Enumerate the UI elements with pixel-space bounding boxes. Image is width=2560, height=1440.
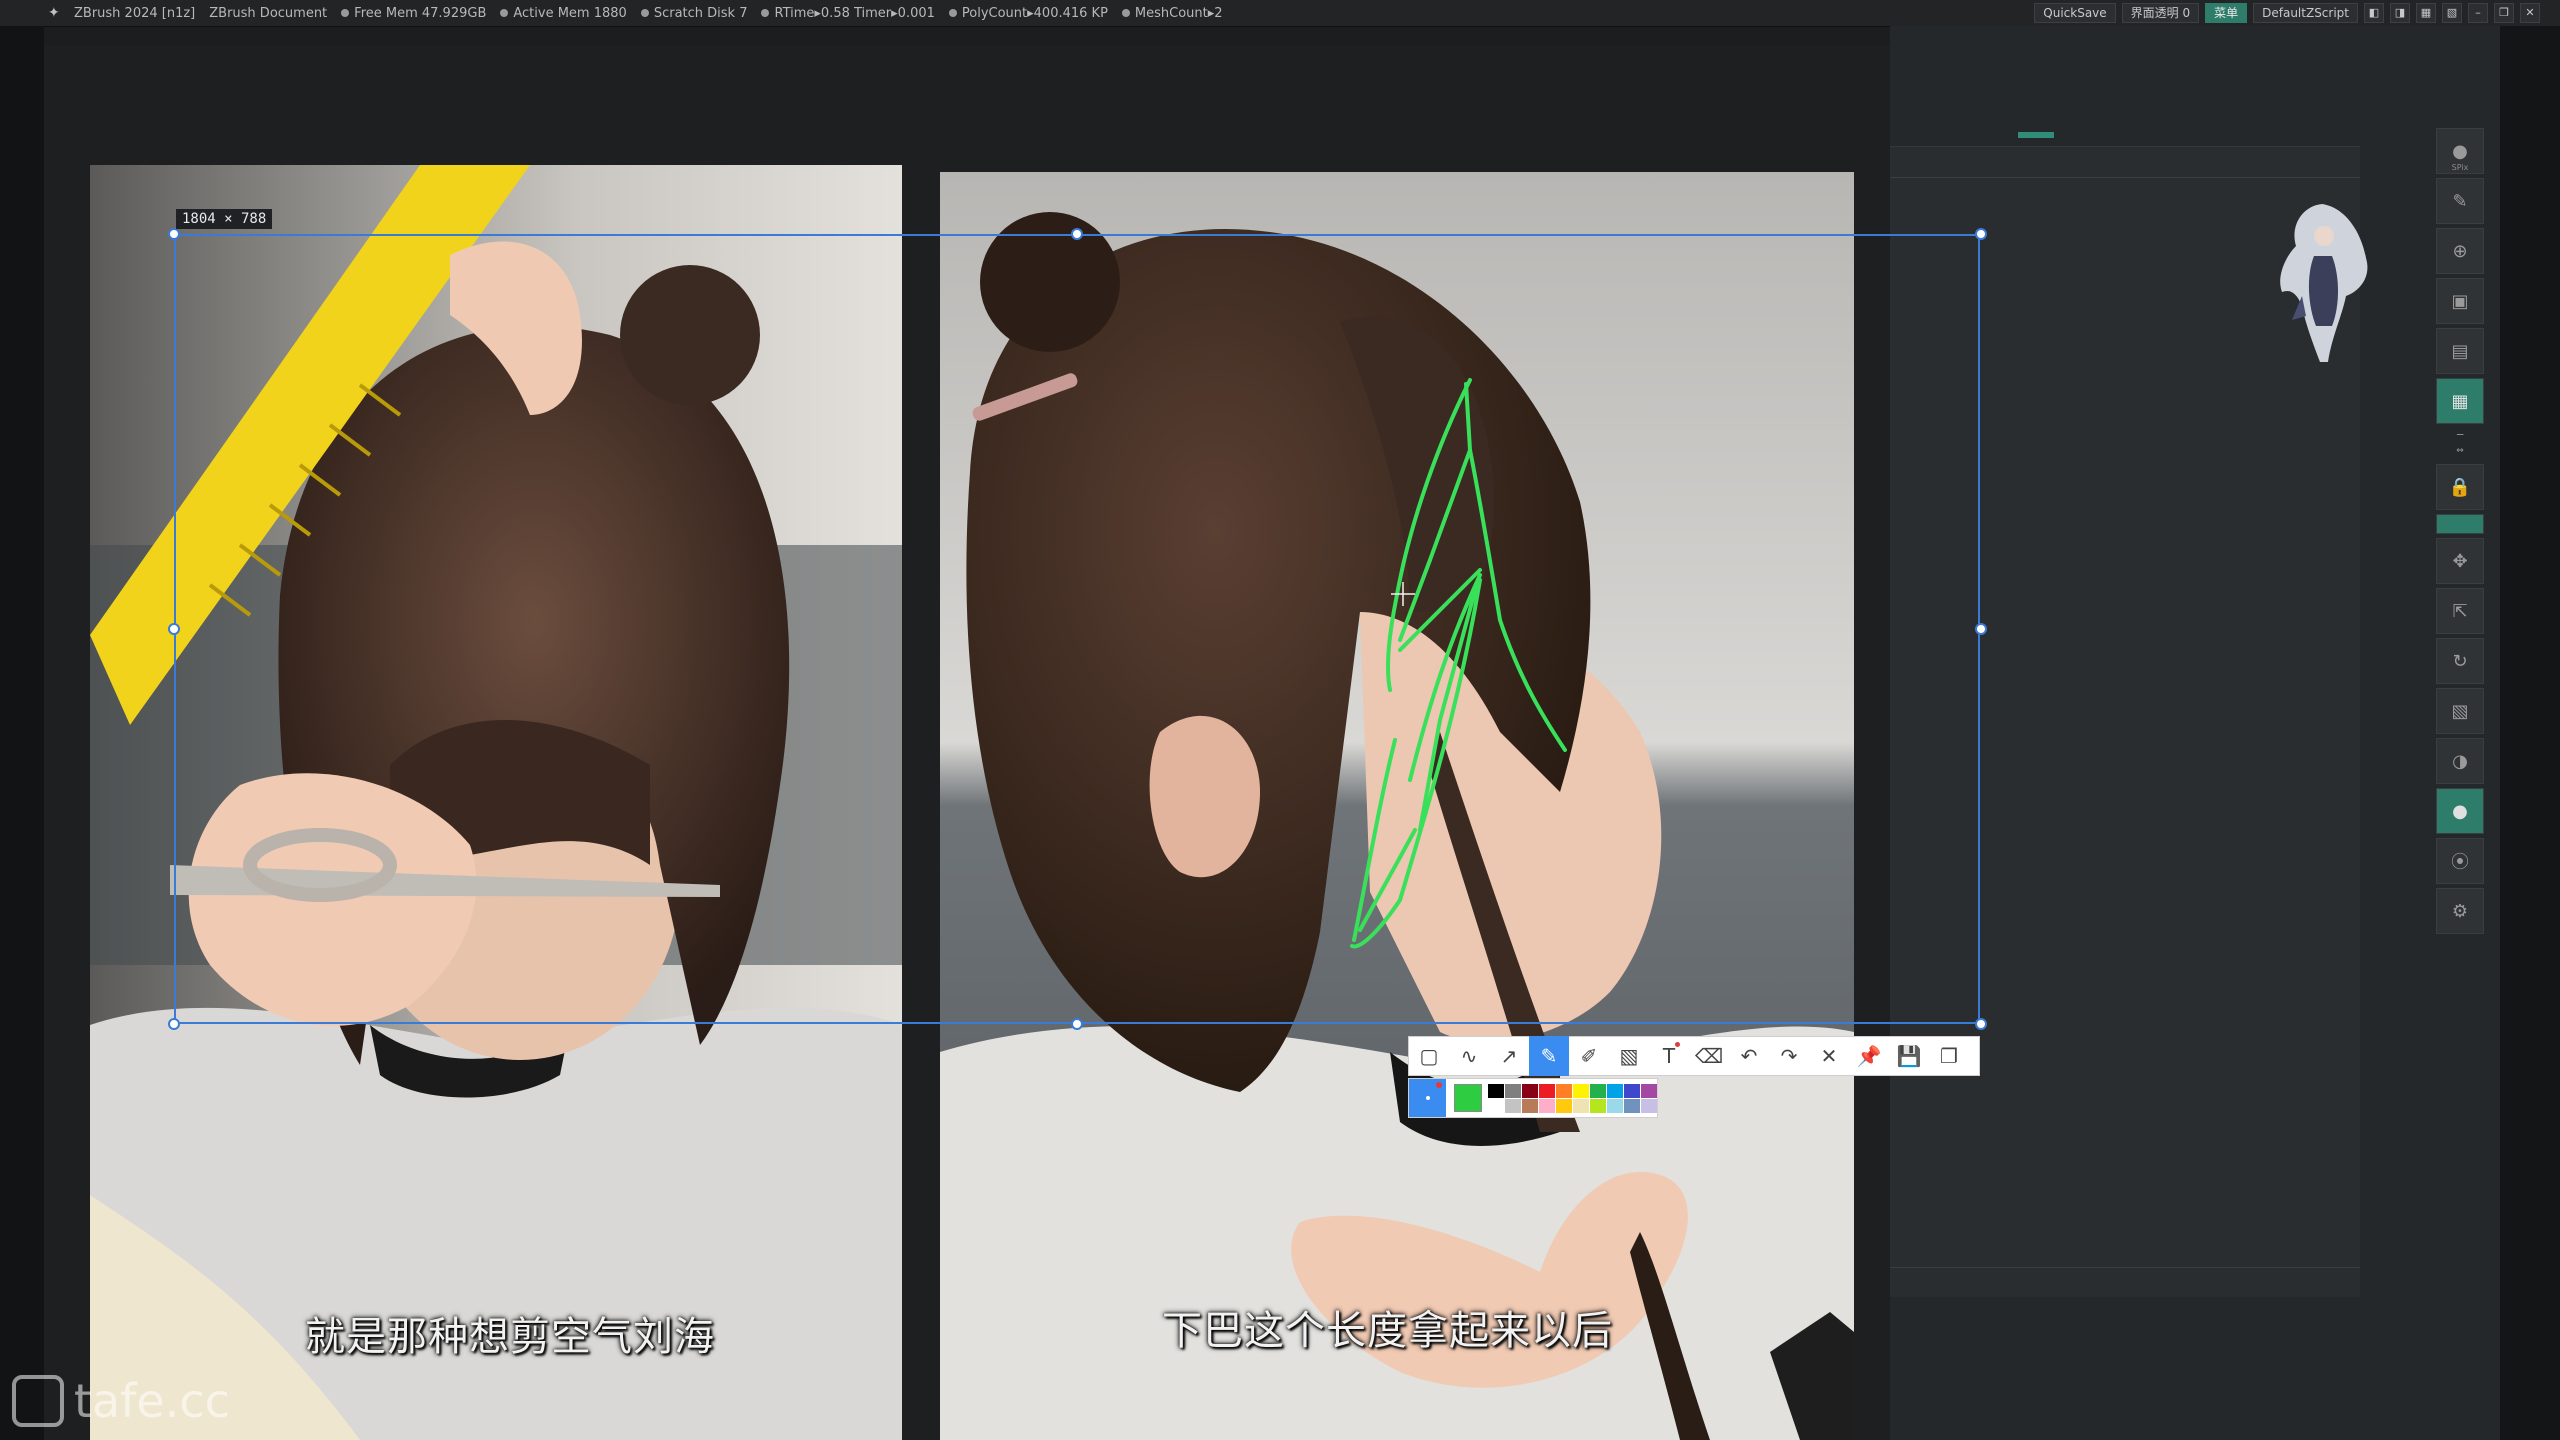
redo-icon: ↷	[1780, 1044, 1798, 1068]
pin-button[interactable]: 📌	[1849, 1036, 1889, 1076]
color-swatch[interactable]	[1505, 1098, 1521, 1113]
current-color-swatch[interactable]	[1454, 1084, 1482, 1112]
resize-handle-bottom[interactable]	[1071, 1018, 1083, 1030]
capture-size-label: 1804 × 788	[176, 209, 273, 229]
close-icon: ✕	[1820, 1044, 1838, 1068]
rectangle-icon: ▢	[1419, 1044, 1439, 1068]
watermark: tafe.cc	[12, 1374, 230, 1428]
resize-handle-top-left[interactable]	[168, 228, 180, 240]
color-swatch[interactable]	[1573, 1098, 1589, 1113]
text-tool[interactable]: T	[1649, 1036, 1689, 1076]
rectangle-tool[interactable]: ▢	[1409, 1036, 1449, 1076]
pen-icon: ✎	[1540, 1044, 1558, 1068]
watermark-logo-icon	[12, 1375, 64, 1427]
color-swatch[interactable]	[1607, 1083, 1623, 1098]
mosaic-tool[interactable]: ▧	[1609, 1036, 1649, 1076]
arrow-icon: ↗	[1500, 1044, 1518, 1068]
color-swatch[interactable]	[1624, 1083, 1640, 1098]
pen-tool[interactable]: ✎	[1529, 1036, 1569, 1076]
color-swatches	[1488, 1083, 1657, 1113]
save-icon: 💾	[1896, 1044, 1922, 1068]
resize-handle-top-right[interactable]	[1975, 228, 1987, 240]
mosaic-icon: ▧	[1619, 1044, 1639, 1068]
marker-tool[interactable]: ✐	[1569, 1036, 1609, 1076]
color-swatch[interactable]	[1590, 1083, 1606, 1098]
color-swatch[interactable]	[1590, 1098, 1606, 1113]
color-swatch[interactable]	[1522, 1098, 1538, 1113]
undo-button[interactable]: ↶	[1729, 1036, 1769, 1076]
indicator-dot-icon	[1436, 1082, 1443, 1088]
freehand-tool[interactable]: ∿	[1449, 1036, 1489, 1076]
color-swatch[interactable]	[1539, 1083, 1555, 1098]
close-button[interactable]: ✕	[1809, 1036, 1849, 1076]
resize-handle-bottom-left[interactable]	[168, 1018, 180, 1030]
color-swatch[interactable]	[1556, 1083, 1572, 1098]
indicator-dot-icon	[1675, 1042, 1680, 1047]
color-swatch[interactable]	[1505, 1083, 1521, 1098]
freehand-icon: ∿	[1460, 1044, 1478, 1068]
color-swatch[interactable]	[1539, 1098, 1555, 1113]
color-swatch[interactable]	[1641, 1098, 1657, 1113]
text-icon: T	[1662, 1044, 1676, 1068]
stroke-size-button[interactable]	[1409, 1079, 1447, 1117]
color-swatch[interactable]	[1641, 1083, 1657, 1098]
annotation-toolbar: ▢ ∿ ↗ ✎ ✐ ▧ T ⌫ ↶ ↷ ✕ 📌 💾 ❐	[1408, 1036, 1980, 1076]
pin-icon: 📌	[1856, 1044, 1882, 1068]
eraser-tool[interactable]: ⌫	[1689, 1036, 1729, 1076]
color-palette	[1408, 1078, 1658, 1118]
color-swatch[interactable]	[1573, 1083, 1589, 1098]
color-swatch[interactable]	[1488, 1098, 1504, 1113]
arrow-tool[interactable]: ↗	[1489, 1036, 1529, 1076]
color-swatch[interactable]	[1522, 1083, 1538, 1098]
color-swatch[interactable]	[1624, 1098, 1640, 1113]
marker-icon: ✐	[1580, 1044, 1598, 1068]
color-swatch[interactable]	[1556, 1098, 1572, 1113]
save-button[interactable]: 💾	[1889, 1036, 1929, 1076]
copy-icon: ❐	[1940, 1044, 1958, 1068]
resize-handle-top[interactable]	[1071, 228, 1083, 240]
color-swatch[interactable]	[1607, 1098, 1623, 1113]
resize-handle-bottom-right[interactable]	[1975, 1018, 1987, 1030]
subtitle-right: 下巴这个长度拿起来以后	[1162, 1308, 1613, 1354]
undo-icon: ↶	[1740, 1044, 1758, 1068]
watermark-text: tafe.cc	[74, 1374, 230, 1428]
resize-handle-left[interactable]	[168, 623, 180, 635]
subtitle-left: 就是那种想剪空气刘海	[305, 1314, 715, 1360]
capture-selection[interactable]	[174, 234, 1980, 1024]
eraser-icon: ⌫	[1694, 1044, 1724, 1068]
copy-button[interactable]: ❐	[1929, 1036, 1969, 1076]
color-swatch[interactable]	[1488, 1083, 1504, 1098]
redo-button[interactable]: ↷	[1769, 1036, 1809, 1076]
stroke-dot-icon	[1425, 1096, 1430, 1100]
resize-handle-right[interactable]	[1975, 623, 1987, 635]
